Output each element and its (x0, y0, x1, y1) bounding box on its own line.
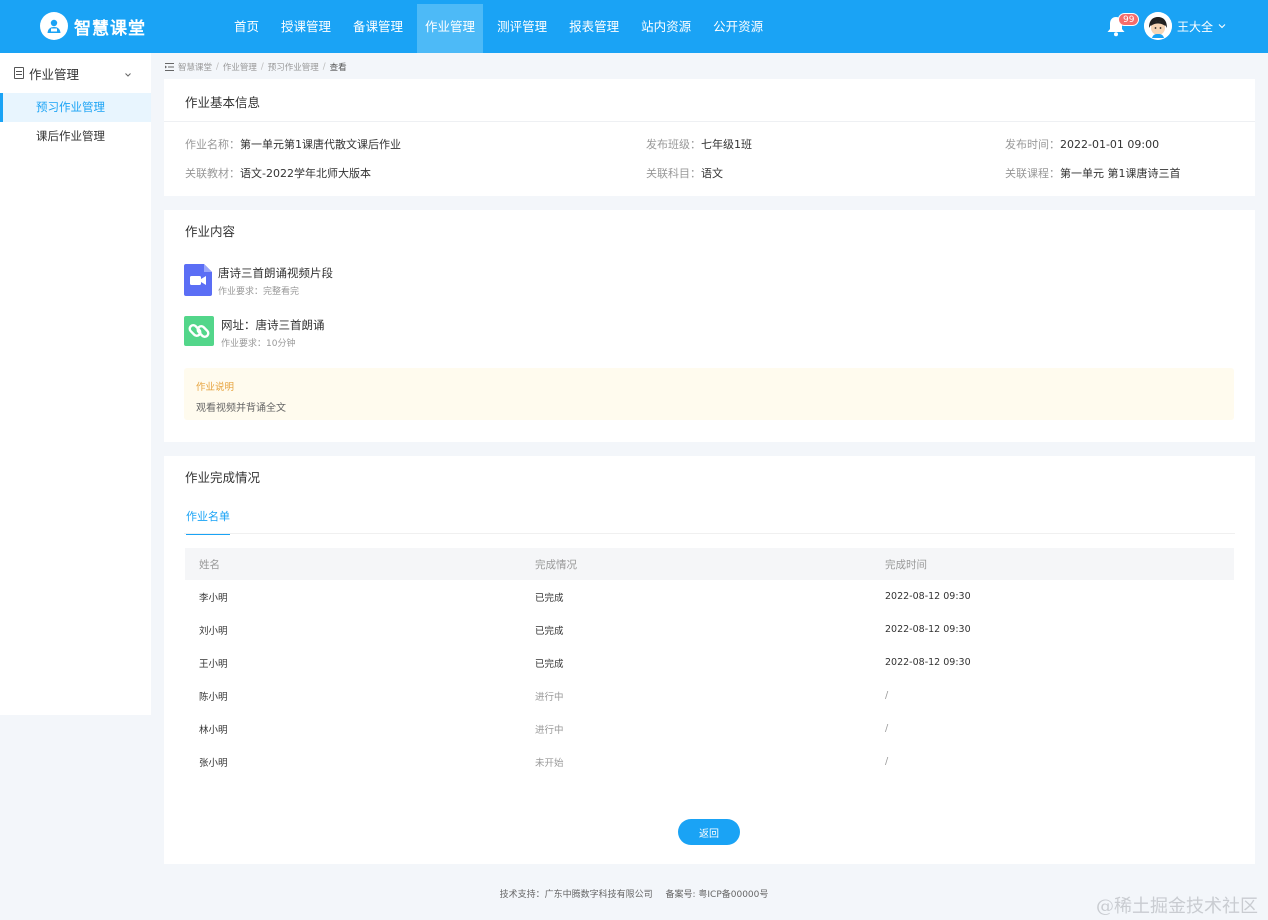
nav-item-assessment[interactable]: 测评管理 (489, 4, 555, 53)
link-icon (184, 316, 214, 348)
table-row: 张小明 未开始 / (199, 756, 889, 769)
resource-title: 网址：唐诗三首朗诵 (221, 318, 325, 332)
nav-item-homework[interactable]: 作业管理 (417, 4, 484, 53)
info-homework-name: 作业名称：第一单元第1课唐代散文课后作业 (185, 138, 401, 151)
info-publish-time: 发布时间：2022-01-01 09:00 (1005, 138, 1160, 151)
menu-fold-icon[interactable] (165, 63, 174, 71)
chevron-down-icon[interactable] (1217, 20, 1227, 30)
nav-item-teaching[interactable]: 授课管理 (273, 4, 339, 53)
basic-info-card: 作业基本信息 作业名称：第一单元第1课唐代散文课后作业 发布班级：七年级1班 发… (164, 79, 1255, 196)
table-row: 刘小明 已完成 2022-08-12 09:30 (199, 624, 971, 637)
table-header: 姓名 完成情况 完成时间 (185, 548, 1234, 580)
sidebar-group-homework[interactable]: 作业管理 (0, 53, 151, 93)
content-title: 作业内容 (185, 224, 236, 239)
sidebar-item-preview-homework[interactable]: 预习作业管理 (0, 93, 151, 122)
notification-badge: 99 (1118, 13, 1140, 26)
user-name[interactable]: 王大全 (1177, 18, 1213, 35)
logo-text: 智慧课堂 (74, 18, 146, 39)
info-course: 关联课程：第一单元 第1课唐诗三首 (1005, 167, 1181, 180)
table-row: 李小明 已完成 2022-08-12 09:30 (199, 591, 971, 604)
top-navbar: 智慧课堂 首页 授课管理 备课管理 作业管理 测评管理 报表管理 站内资源 公开… (0, 0, 1268, 53)
avatar-icon[interactable] (1144, 12, 1172, 40)
completion-table: 姓名 完成情况 完成时间 李小明 已完成 2022-08-12 09:30 刘小… (185, 548, 1234, 778)
resource-link[interactable]: 网址：唐诗三首朗诵 作业要求：10分钟 (184, 316, 484, 349)
footer-support: 技术支持：广东中腾数字科技有限公司 (499, 890, 653, 900)
resource-requirement: 作业要求：10分钟 (221, 339, 296, 349)
nav-item-site-resources[interactable]: 站内资源 (633, 4, 699, 53)
tab-homework-list[interactable]: 作业名单 (186, 508, 230, 535)
info-subject: 关联科目：语文 (646, 167, 723, 180)
resource-video[interactable]: 唐诗三首朗诵视频片段 作业要求：完整看完 (184, 264, 484, 297)
nav-item-reports[interactable]: 报表管理 (561, 4, 627, 53)
nav-item-public-resources[interactable]: 公开资源 (705, 4, 771, 53)
resource-requirement: 作业要求：完整看完 (218, 287, 300, 297)
note-label: 作业说明 (196, 382, 235, 393)
breadcrumb: 智慧课堂 / 作业管理 / 预习作业管理 / 查看 (165, 61, 347, 73)
back-button[interactable]: 返回 (678, 819, 740, 845)
completion-title: 作业完成情况 (185, 470, 261, 485)
column-header-time: 完成时间 (885, 558, 927, 571)
table-row: 王小明 已完成 2022-08-12 09:30 (199, 657, 971, 670)
sidebar: 作业管理 预习作业管理 课后作业管理 (0, 53, 151, 715)
column-header-name: 姓名 (199, 558, 220, 571)
completion-card: 作业完成情况 作业名单 姓名 完成情况 完成时间 李小明 已完成 2022-08… (164, 456, 1255, 864)
breadcrumb-item[interactable]: 作业管理 (223, 61, 257, 73)
info-textbook: 关联教材：语文-2022学年北师大版本 (185, 167, 371, 180)
footer-icp[interactable]: 备案号: 粤ICP备00000号 (666, 890, 769, 900)
homework-content-card: 作业内容 唐诗三首朗诵视频片段 作业要求：完整看完 网址：唐诗三首朗诵 作业要求 (164, 210, 1255, 442)
breadcrumb-current: 查看 (329, 63, 347, 73)
main-nav: 首页 授课管理 备课管理 作业管理 测评管理 报表管理 站内资源 公开资源 (226, 4, 777, 53)
homework-note: 作业说明 观看视频并背诵全文 (184, 368, 1234, 420)
table-row: 陈小明 进行中 / (199, 690, 889, 703)
footer: 技术支持：广东中腾数字科技有限公司 备案号: 粤ICP备00000号 (0, 887, 1268, 900)
nav-item-home[interactable]: 首页 (226, 4, 267, 53)
watermark: @稀土掘金技术社区 (1096, 896, 1258, 917)
breadcrumb-item[interactable]: 预习作业管理 (268, 61, 319, 73)
table-row: 林小明 进行中 / (199, 723, 889, 736)
column-header-status: 完成情况 (535, 558, 577, 571)
note-text: 观看视频并背诵全文 (196, 403, 286, 414)
chevron-down-icon[interactable] (123, 68, 133, 78)
logo[interactable]: 智慧课堂 (40, 11, 146, 41)
nav-item-lesson-prep[interactable]: 备课管理 (345, 4, 411, 53)
info-class: 发布班级：七年级1班 (646, 138, 752, 151)
logo-icon (40, 12, 68, 40)
breadcrumb-item[interactable]: 智慧课堂 (178, 61, 212, 73)
sidebar-group-label: 作业管理 (29, 66, 80, 82)
sidebar-item-after-class-homework[interactable]: 课后作业管理 (0, 122, 151, 151)
video-file-icon (184, 264, 212, 296)
resource-title: 唐诗三首朗诵视频片段 (218, 266, 333, 280)
basic-info-title: 作业基本信息 (185, 95, 261, 110)
document-icon (14, 67, 24, 79)
